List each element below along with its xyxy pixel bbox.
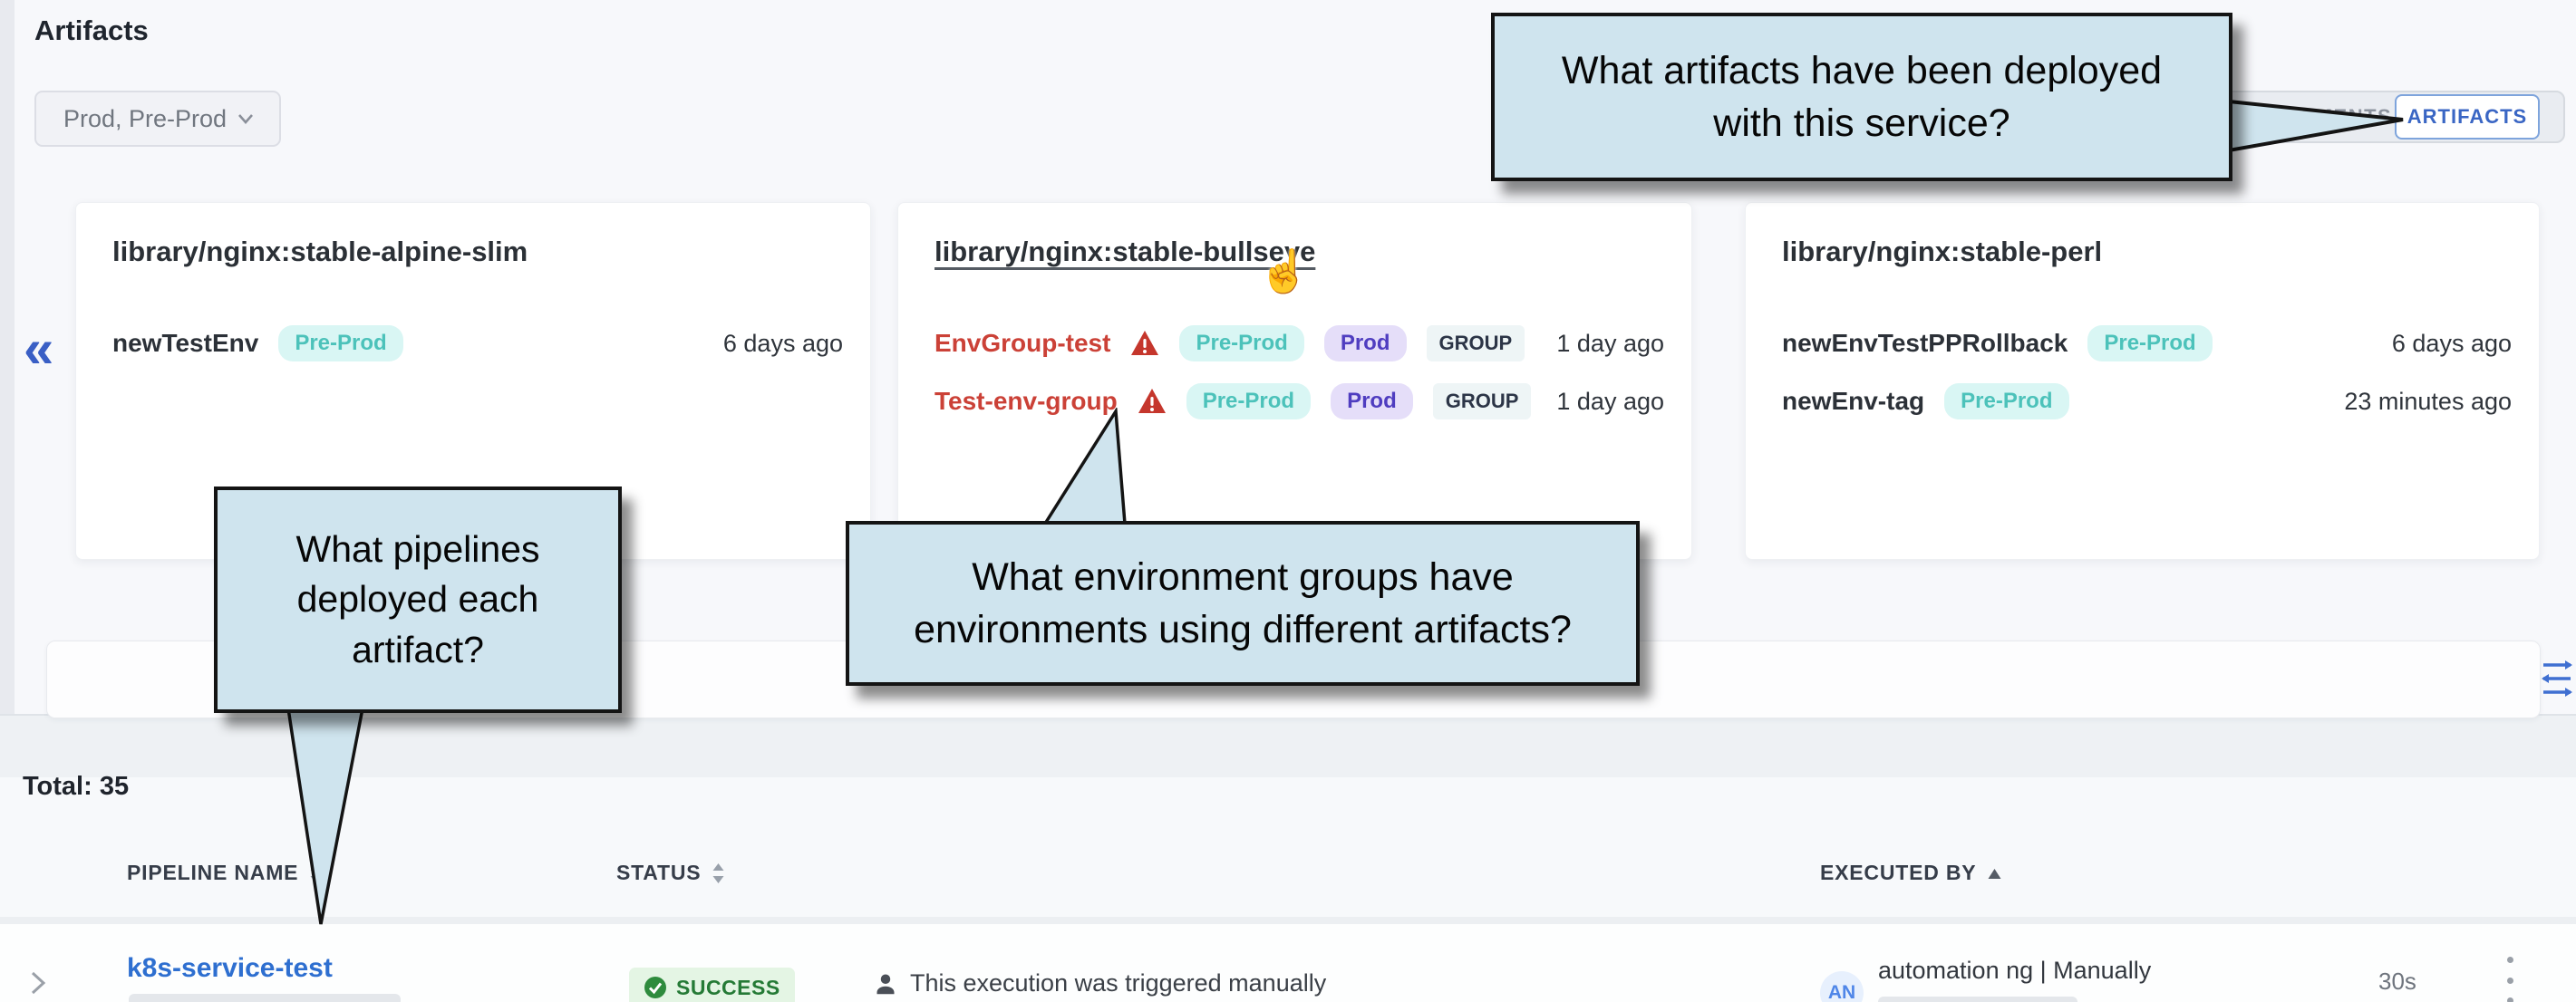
sort-icon [712,862,725,884]
artifact-title: library/nginx:stable-alpine-slim [112,236,528,268]
env-row: EnvGroup-test Pre-Prod Prod GROUP 1 day … [935,323,1664,364]
status-badge: SUCCESS [629,968,795,1002]
warning-icon [1130,330,1159,357]
column-header-label: STATUS [616,861,701,885]
deploy-time: 1 day ago [1556,388,1664,416]
environment-name-link[interactable]: newEnv-tag [1782,387,1924,416]
environment-type-filter-dropdown[interactable]: Prod, Pre-Prod [34,91,281,147]
total-count: Total: 35 [23,772,129,802]
truncated-text-line [1878,997,2077,1002]
executor-text: automation ng | Manually [1878,957,2151,985]
environment-name-link[interactable]: newEnvTestPPRollback [1782,329,2068,358]
collapse-panel-button[interactable]: « [24,322,53,376]
filter-settings-icon[interactable] [2538,658,2576,699]
chevron-down-icon [236,109,256,129]
artifact-title: library/nginx:stable-perl [1782,236,2102,268]
trigger-text: This execution was triggered manually [910,969,1326,997]
artifact-card-perl: library/nginx:stable-perl newEnvTestPPRo… [1745,202,2540,560]
group-tag: GROUP [1427,325,1525,361]
page-title: Artifacts [34,14,149,47]
preprod-badge: Pre-Prod [278,325,402,361]
tab-artifacts[interactable]: ARTIFACTS [2395,94,2540,140]
prod-badge: Prod [1331,383,1413,419]
callout-pipelines-question: What pipelines deployed each artifact? [214,487,622,713]
truncated-text-line [129,994,401,1002]
sort-ascending-icon [1987,862,2000,884]
hand-cursor-icon: ☝ [1258,246,1310,296]
user-icon [872,970,899,997]
success-check-icon [644,976,667,999]
environment-name-link[interactable]: newTestEnv [112,329,258,358]
preprod-badge: Pre-Prod [1944,383,2068,419]
callout-tail-artifacts [2225,87,2416,169]
preprod-badge: Pre-Prod [2087,325,2212,361]
group-tag: GROUP [1433,383,1532,419]
execution-duration: 30s [2378,968,2416,996]
column-header-label: EXECUTED BY [1820,861,1976,885]
trigger-info: This execution was triggered manually [872,969,1326,997]
preprod-badge: Pre-Prod [1186,383,1311,419]
column-header-executed-by[interactable]: EXECUTED BY [1820,861,2000,885]
pipeline-name-link[interactable]: k8s-service-test [127,953,333,984]
status-label: SUCCESS [676,976,780,1000]
preprod-badge: Pre-Prod [1179,325,1303,361]
deploy-time: 1 day ago [1556,330,1664,358]
row-expander-chevron[interactable] [27,968,51,998]
callout-tail-envgroups [1038,408,1138,527]
column-header-status[interactable]: STATUS [616,861,725,885]
env-group-name-link[interactable]: EnvGroup-test [935,329,1110,358]
env-row: newEnvTestPPRollback Pre-Prod 6 days ago [1782,323,2512,364]
deploy-time: 6 days ago [2392,330,2512,358]
callout-artifacts-question: What artifacts have been deployed with t… [1491,13,2232,181]
callout-tail-pipelines [270,707,388,928]
env-row: newEnv-tag Pre-Prod 23 minutes ago [1782,381,2512,422]
deploy-time: 23 minutes ago [2344,388,2512,416]
deploy-time: 6 days ago [723,330,843,358]
warning-icon [1138,388,1167,415]
callout-env-groups-question: What environment groups have environment… [846,521,1640,686]
prod-badge: Prod [1324,325,1407,361]
environment-type-filter-value: Prod, Pre-Prod [63,105,227,133]
env-row: newTestEnv Pre-Prod 6 days ago [112,323,843,364]
row-menu-kebab-icon[interactable] [2505,957,2514,1002]
